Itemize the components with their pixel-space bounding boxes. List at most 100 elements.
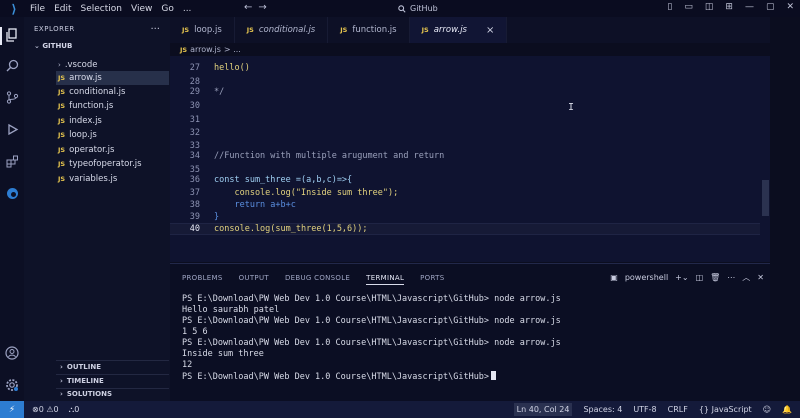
code-text: const sum_three =(a,b,c)=>{: [214, 175, 353, 185]
tab-arrow-js[interactable]: JS arrow.js ×: [409, 17, 508, 43]
problems-indicator[interactable]: ⊗0 ⚠0: [32, 405, 59, 415]
shell-label[interactable]: powershell: [625, 273, 668, 282]
run-debug-icon[interactable]: [4, 121, 20, 137]
toggle-sidebar-icon[interactable]: ◫: [705, 2, 714, 12]
tree-item-arrow-js[interactable]: JS arrow.js: [56, 71, 169, 85]
code-line: 32: [170, 127, 760, 139]
tree-item-index-js[interactable]: JS index.js: [58, 114, 168, 128]
section-solutions[interactable]: › SOLUTIONS: [60, 390, 112, 398]
workspace-folder[interactable]: ⌄ GITHUB: [34, 42, 72, 50]
chevron-right-icon: ›: [58, 61, 61, 69]
code-editor[interactable]: 27 hello() 28 29 */ 30 31 32 33 34//Functi…: [170, 56, 770, 262]
encoding[interactable]: UTF-8: [633, 405, 656, 414]
code-line: 37 console.log("Inside sum three");: [170, 187, 760, 199]
tree-item-conditional-js[interactable]: JS conditional.js: [58, 85, 168, 99]
tree-item-function-js[interactable]: JS function.js: [58, 99, 168, 113]
code-line: 27 hello(): [170, 62, 760, 74]
editor-scrollbar[interactable]: [762, 180, 769, 216]
section-outline[interactable]: › OUTLINE: [60, 363, 101, 371]
layout-icon[interactable]: ▯: [667, 2, 672, 12]
back-arrow-icon[interactable]: ←: [244, 2, 258, 13]
customize-layout-icon[interactable]: ⊞: [725, 2, 733, 12]
tab-conditional-js[interactable]: JS conditional.js: [235, 17, 329, 43]
tab-debug-console[interactable]: DEBUG CONSOLE: [285, 274, 350, 285]
trash-icon[interactable]: 🗑: [710, 273, 720, 282]
search-label: GitHub: [410, 4, 438, 13]
maximize-icon[interactable]: ▢: [766, 2, 775, 12]
menu-file[interactable]: File: [30, 4, 45, 14]
search-icon: [398, 4, 406, 13]
tab-ports[interactable]: PORTS: [420, 274, 444, 285]
tab-function-js[interactable]: JS function.js: [328, 17, 410, 43]
tree-item-loop-js[interactable]: JS loop.js: [58, 128, 168, 142]
terminal-prompt-line[interactable]: PS E:\Download\PW Web Dev 1.0 Course\HTM…: [182, 371, 497, 382]
extensions-icon[interactable]: [4, 153, 20, 169]
tree-item-label: typeofoperator.js: [69, 159, 142, 169]
language-mode[interactable]: {} JavaScript: [699, 405, 752, 414]
chevron-right-icon: ›: [60, 377, 63, 385]
terminal-panel: PROBLEMS OUTPUT DEBUG CONSOLE TERMINAL P…: [170, 263, 770, 401]
edge-browser-icon[interactable]: [4, 185, 20, 201]
toggle-panel-icon[interactable]: ▭: [684, 2, 693, 12]
section-label: SOLUTIONS: [66, 390, 113, 398]
breadcrumb-file[interactable]: arrow.js: [190, 45, 221, 54]
tab-problems[interactable]: PROBLEMS: [182, 274, 223, 285]
warning-count: 0: [53, 404, 59, 414]
line-ending[interactable]: CRLF: [668, 405, 688, 414]
tree-item-vscode[interactable]: › .vscode: [58, 58, 168, 72]
menu-view[interactable]: View: [131, 4, 152, 14]
maximize-panel-icon[interactable]: ︿: [742, 272, 750, 283]
explorer-header: EXPLORER: [34, 25, 75, 33]
feedback-icon[interactable]: ☺: [763, 405, 771, 414]
panel-controls: ▣ powershell +⌄ ◫ 🗑 ⋯ ︿ ✕: [610, 272, 764, 283]
tree-item-variables-js[interactable]: JS variables.js: [58, 172, 168, 186]
close-panel-icon[interactable]: ✕: [757, 273, 764, 282]
split-terminal-icon[interactable]: ◫: [696, 273, 704, 282]
new-terminal-icon[interactable]: +⌄: [675, 273, 688, 282]
explorer-more-icon[interactable]: ...: [150, 21, 160, 32]
line-number: 34: [189, 151, 200, 161]
terminal-line: PS E:\Download\PW Web Dev 1.0 Course\HTM…: [182, 294, 561, 304]
notifications-bell-icon[interactable]: 🔔: [782, 405, 792, 414]
sidebar-divider: [56, 360, 169, 361]
line-number: 31: [189, 115, 200, 125]
breadcrumb: JS arrow.js > ...: [180, 43, 241, 56]
manage-gear-icon[interactable]: [4, 377, 20, 393]
account-icon[interactable]: [4, 345, 20, 361]
indentation[interactable]: Spaces: 4: [583, 405, 622, 414]
active-indicator: [0, 27, 2, 45]
text-cursor-icon: I: [568, 102, 575, 113]
js-file-icon: JS: [421, 26, 429, 34]
js-file-icon: JS: [58, 131, 66, 139]
section-timeline[interactable]: › TIMELINE: [60, 377, 104, 385]
ports-indicator[interactable]: ⛬0: [69, 405, 80, 415]
tree-item-label: .vscode: [64, 60, 98, 70]
explorer-icon[interactable]: [4, 27, 20, 43]
forward-arrow-icon[interactable]: →: [258, 2, 272, 13]
breadcrumb-rest[interactable]: > ...: [224, 45, 241, 54]
menu-go[interactable]: Go: [161, 4, 173, 14]
tree-item-typeofoperator-js[interactable]: JS typeofoperator.js: [58, 157, 168, 171]
status-left: ⊗0 ⚠0 ⛬0: [32, 405, 79, 415]
command-center-search[interactable]: GitHub: [398, 2, 568, 15]
close-tab-icon[interactable]: ×: [486, 25, 494, 36]
tree-item-operator-js[interactable]: JS operator.js: [58, 143, 168, 157]
code-text: }: [214, 212, 220, 222]
remote-icon[interactable]: ⚡: [0, 401, 24, 418]
tab-loop-js[interactable]: JS loop.js: [170, 17, 235, 43]
menu-selection[interactable]: Selection: [81, 4, 122, 14]
menu-more[interactable]: ...: [183, 4, 192, 14]
terminal-line: 1 5 6: [182, 327, 208, 337]
menu-edit[interactable]: Edit: [54, 4, 71, 14]
tab-terminal[interactable]: TERMINAL: [366, 274, 405, 285]
js-file-icon: JS: [58, 74, 66, 82]
code-line: 31: [170, 114, 760, 126]
tab-output[interactable]: OUTPUT: [239, 274, 269, 285]
line-number: 30: [189, 101, 200, 111]
minimize-icon[interactable]: —: [745, 2, 754, 12]
source-control-icon[interactable]: [4, 89, 20, 105]
more-icon[interactable]: ⋯: [727, 273, 735, 282]
search-icon[interactable]: [4, 57, 20, 73]
close-window-icon[interactable]: ✕: [786, 2, 794, 12]
cursor-position[interactable]: Ln 40, Col 24: [513, 403, 573, 416]
